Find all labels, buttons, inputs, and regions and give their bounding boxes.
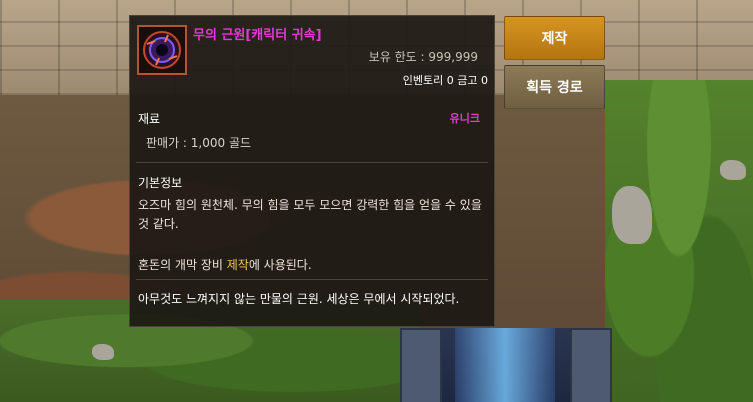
usage-highlight: 제작	[226, 258, 249, 272]
item-description: 오즈마 힘의 원천체. 무의 힘을 모두 모으면 강력한 힘을 얻을 수 있을 …	[138, 198, 482, 231]
item-tooltip: 무의 근원[캐릭터 귀속] 보유 한도 : 999,999 인벤토리 0 금고 …	[129, 15, 495, 327]
sell-price: 판매가 : 1,000 골드	[146, 136, 252, 150]
rarity-badge: 유니크	[449, 112, 480, 125]
divider	[136, 162, 488, 163]
acquisition-route-button[interactable]: 획득 경로	[504, 65, 605, 109]
item-name: 무의 근원[캐릭터 귀속]	[193, 28, 322, 43]
item-category: 재료	[138, 112, 161, 126]
usage-text: 혼돈의 개막 장비 제작에 사용된다.	[138, 256, 312, 273]
rock	[92, 344, 114, 360]
rock	[612, 186, 652, 244]
usage-prefix: 혼돈의 개막 장비	[138, 258, 227, 272]
rock	[720, 160, 746, 180]
craft-button[interactable]: 제작	[504, 16, 605, 60]
void-orb-icon	[137, 25, 187, 75]
usage-suffix: 에 사용된다.	[248, 258, 312, 272]
flavor-text: 아무것도 느껴지지 않는 만물의 근원. 세상은 무에서 시작되었다.	[138, 292, 460, 306]
divider	[136, 279, 488, 280]
hold-limit: 보유 한도 : 999,999	[368, 50, 478, 64]
gate-pillar-left	[400, 328, 442, 402]
inventory-count: 인벤토리 0 금고 0	[402, 74, 488, 87]
gate-pillar-right	[570, 328, 612, 402]
portal-beam	[455, 328, 555, 402]
portal-gate	[400, 328, 612, 402]
info-heading: 기본정보	[138, 176, 183, 190]
